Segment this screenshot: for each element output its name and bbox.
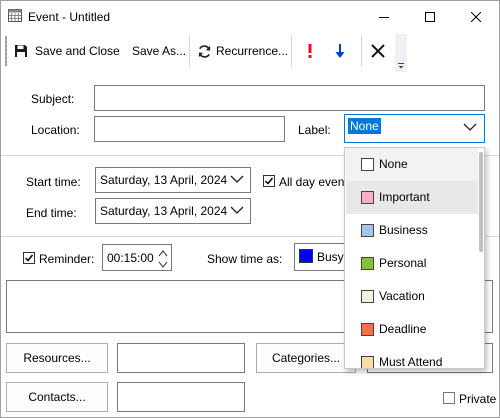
label-option-important[interactable]: Important bbox=[346, 181, 478, 214]
toolbar-separator bbox=[189, 35, 190, 67]
minimize-button[interactable] bbox=[361, 1, 407, 32]
reminder-time-value: 00:15:00 bbox=[107, 251, 154, 265]
reminder-spinner[interactable] bbox=[156, 247, 170, 271]
exclamation-icon bbox=[308, 44, 312, 58]
label-dropdown-list: None Important Business Personal Vacatio… bbox=[344, 147, 485, 369]
location-input[interactable] bbox=[94, 116, 285, 142]
recurrence-label: Recurrence... bbox=[216, 44, 289, 58]
save-and-close-label: Save and Close bbox=[35, 44, 120, 58]
chevron-down-icon bbox=[398, 63, 404, 69]
save-and-close-button[interactable]: Save and Close bbox=[14, 35, 120, 67]
private-label: Private bbox=[459, 392, 497, 406]
reminder-checkbox[interactable] bbox=[23, 252, 35, 264]
all-day-checkbox[interactable] bbox=[263, 175, 275, 187]
label-color-swatch bbox=[361, 224, 374, 237]
start-date-picker[interactable]: Saturday, 13 April, 2024 bbox=[95, 167, 251, 193]
window-title: Event - Untitled bbox=[28, 10, 111, 24]
chevron-down-icon bbox=[463, 123, 477, 131]
all-day-label: All day event bbox=[279, 175, 348, 189]
private-checkbox[interactable] bbox=[443, 392, 455, 404]
label-option-personal[interactable]: Personal bbox=[346, 247, 478, 280]
save-as-button[interactable]: Save As... bbox=[132, 35, 186, 67]
low-importance-button[interactable] bbox=[329, 35, 351, 67]
minimize-icon bbox=[379, 16, 389, 18]
busy-color-swatch bbox=[299, 249, 313, 263]
label-option-text: Vacation bbox=[379, 289, 425, 303]
categories-button[interactable]: Categories... bbox=[256, 343, 356, 373]
label-option-text: Personal bbox=[379, 256, 427, 270]
label-color-swatch bbox=[361, 191, 374, 204]
toolbar-separator bbox=[291, 35, 292, 67]
chevron-down-icon bbox=[230, 175, 244, 183]
chevron-down-icon bbox=[230, 206, 244, 214]
label-selected-value: None bbox=[348, 118, 381, 134]
maximize-icon bbox=[425, 11, 435, 22]
label-option-none[interactable]: None bbox=[346, 148, 478, 181]
show-time-as-combo[interactable]: Busy bbox=[294, 243, 348, 271]
recurrence-icon bbox=[198, 44, 211, 58]
maximize-button[interactable] bbox=[407, 1, 453, 32]
toolbar-separator bbox=[361, 35, 362, 67]
toolbar-grip[interactable] bbox=[5, 36, 7, 66]
label-option-text: Must Attend bbox=[379, 355, 443, 369]
contacts-button[interactable]: Contacts... bbox=[6, 382, 108, 412]
label-combo[interactable]: None bbox=[344, 114, 485, 143]
label-option-text: Business bbox=[379, 223, 428, 237]
close-icon bbox=[471, 11, 481, 22]
save-icon bbox=[15, 45, 27, 57]
label-option-must-attend[interactable]: Must Attend bbox=[346, 346, 478, 369]
label-option-text: Important bbox=[379, 190, 430, 204]
label-option-deadline[interactable]: Deadline bbox=[346, 313, 478, 346]
resources-input[interactable] bbox=[117, 343, 245, 373]
show-time-as-value: Busy bbox=[317, 250, 344, 264]
end-date-value: Saturday, 13 April, 2024 bbox=[100, 204, 228, 218]
contacts-input[interactable] bbox=[117, 382, 245, 412]
resources-button[interactable]: Resources... bbox=[6, 343, 108, 373]
label-option-vacation[interactable]: Vacation bbox=[346, 280, 478, 313]
subject-input[interactable] bbox=[94, 85, 485, 111]
label-color-swatch bbox=[361, 323, 374, 336]
recurrence-button[interactable]: Recurrence... bbox=[197, 35, 288, 67]
label-color-swatch bbox=[361, 158, 374, 171]
check-icon bbox=[24, 254, 34, 262]
reminder-label: Reminder: bbox=[39, 252, 95, 266]
resources-button-label: Resources... bbox=[23, 351, 91, 365]
location-label: Location: bbox=[31, 123, 80, 137]
label-option-text: None bbox=[379, 157, 408, 171]
dropdown-scrollbar-thumb[interactable] bbox=[479, 152, 483, 252]
end-time-label: End time: bbox=[26, 206, 77, 220]
label-color-swatch bbox=[361, 290, 374, 303]
check-icon bbox=[264, 177, 274, 185]
high-importance-button[interactable] bbox=[299, 35, 321, 67]
toolbar: Save and Close Save As... Recurrence... bbox=[1, 32, 499, 72]
close-button[interactable] bbox=[453, 1, 499, 32]
label-option-text: Deadline bbox=[379, 322, 427, 336]
delete-x-icon bbox=[371, 44, 385, 58]
toolbar-overflow-button[interactable] bbox=[395, 34, 407, 72]
label-field-label: Label: bbox=[298, 123, 331, 137]
title-bar: Event - Untitled bbox=[1, 1, 499, 32]
show-time-as-label: Show time as: bbox=[207, 252, 283, 266]
event-window: Event - Untitled Save and Close Save As.… bbox=[0, 0, 500, 418]
end-date-picker[interactable]: Saturday, 13 April, 2024 bbox=[95, 198, 251, 224]
contacts-button-label: Contacts... bbox=[28, 390, 86, 404]
categories-button-label: Categories... bbox=[271, 351, 341, 365]
delete-button[interactable] bbox=[367, 35, 389, 67]
subject-label: Subject: bbox=[31, 92, 75, 106]
start-date-value: Saturday, 13 April, 2024 bbox=[100, 173, 228, 187]
start-time-label: Start time: bbox=[26, 175, 81, 189]
label-color-swatch bbox=[361, 257, 374, 270]
label-option-business[interactable]: Business bbox=[346, 214, 478, 247]
calendar-icon bbox=[8, 9, 22, 22]
save-as-label: Save As... bbox=[132, 44, 187, 58]
down-arrow-icon bbox=[335, 44, 345, 58]
label-color-swatch bbox=[361, 356, 374, 368]
